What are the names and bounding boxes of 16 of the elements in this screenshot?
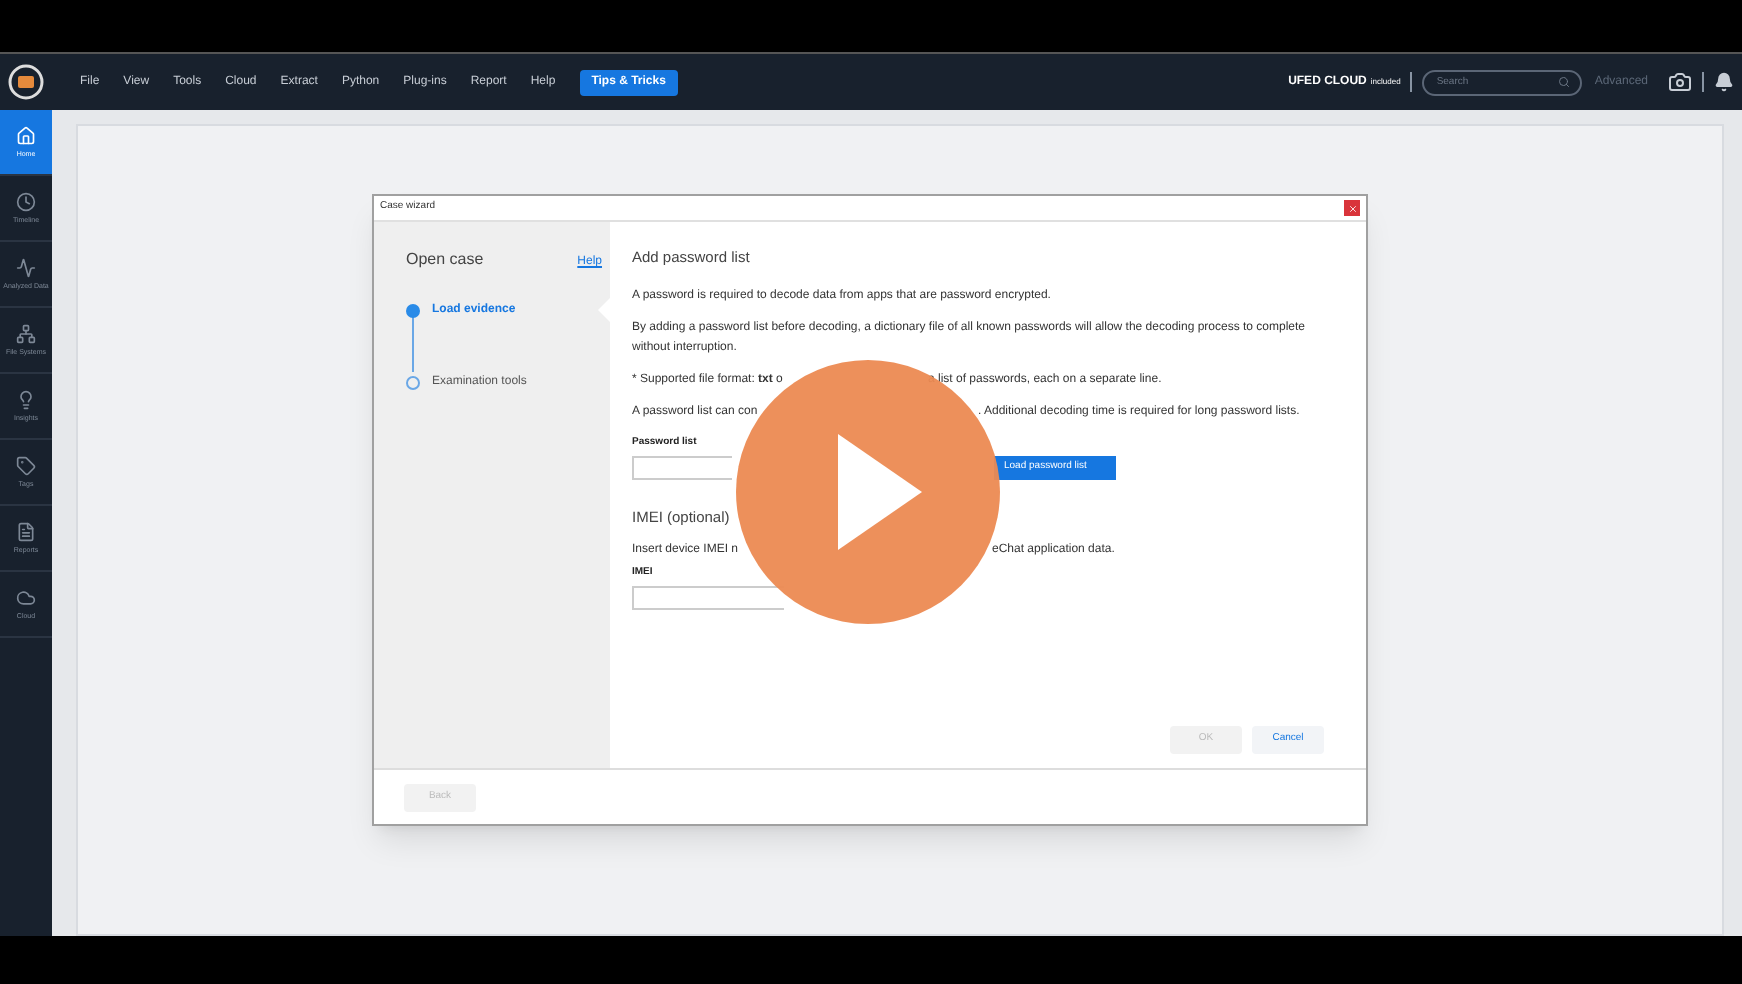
clock-icon	[16, 192, 36, 212]
home-icon	[16, 126, 36, 146]
imei-field[interactable]	[632, 585, 784, 609]
tree-icon	[16, 324, 36, 344]
password-list-field[interactable]	[632, 455, 732, 480]
camera-icon[interactable]	[1668, 70, 1692, 94]
cloud-icon	[16, 588, 36, 608]
pulse-icon	[16, 258, 36, 278]
bell-icon[interactable]	[1714, 72, 1734, 92]
search-icon	[1558, 76, 1571, 88]
close-button[interactable]	[1344, 200, 1360, 216]
document-icon	[16, 522, 36, 542]
tag-icon	[16, 456, 36, 476]
logo-icon	[8, 64, 44, 100]
lightbulb-icon	[16, 390, 36, 410]
wizard-heading: Open case	[406, 248, 484, 272]
